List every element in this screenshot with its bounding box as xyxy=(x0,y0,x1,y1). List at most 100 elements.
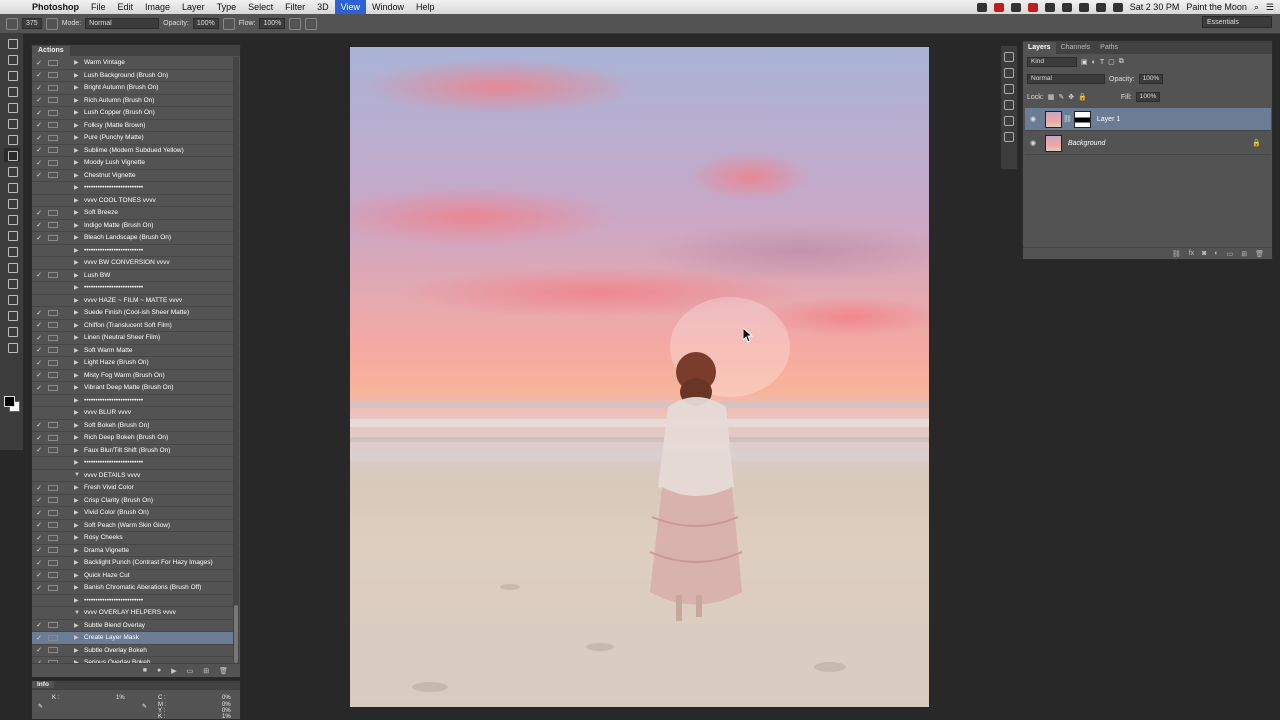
menu-help[interactable]: Help xyxy=(410,0,441,14)
tab-paths[interactable]: Paths xyxy=(1095,42,1123,54)
disclosure-closed-icon[interactable]: ▶ xyxy=(74,547,84,554)
action-row[interactable]: ✓ ▶ Backlight Punch (Contrast For Hazy Ima… xyxy=(32,557,235,570)
lasso-tool-icon[interactable] xyxy=(4,68,20,82)
disclosure-closed-icon[interactable]: ▶ xyxy=(74,72,84,79)
dialog-toggle-icon[interactable] xyxy=(48,260,58,266)
foreground-color-swatch[interactable] xyxy=(4,396,15,407)
tab-info[interactable]: Info xyxy=(32,681,54,688)
disclosure-closed-icon[interactable]: ▶ xyxy=(74,334,84,341)
dialog-toggle-icon[interactable] xyxy=(48,410,58,416)
notification-center-icon[interactable]: ☰ xyxy=(1266,2,1274,13)
brush-tool-preset-icon[interactable] xyxy=(6,17,18,30)
folder-icon[interactable]: ▭ xyxy=(187,667,194,675)
disclosure-closed-icon[interactable]: ▶ xyxy=(74,297,84,304)
pressure-opacity-icon[interactable] xyxy=(222,17,235,30)
action-set-row[interactable]: ▼ vvvv OVERLAY HELPERS vvvv xyxy=(32,607,235,620)
disclosure-closed-icon[interactable]: ▶ xyxy=(74,559,84,566)
type-tool-icon[interactable] xyxy=(4,276,20,290)
disclosure-closed-icon[interactable]: ▶ xyxy=(74,234,84,241)
dialog-toggle-icon[interactable] xyxy=(48,497,58,504)
disclosure-closed-icon[interactable]: ▶ xyxy=(74,359,84,366)
dialog-toggle-icon[interactable] xyxy=(48,285,58,291)
dialog-toggle-icon[interactable] xyxy=(48,634,58,641)
layer-row-background[interactable]: ◉ Background 🔒 xyxy=(1025,132,1271,155)
disclosure-closed-icon[interactable]: ▶ xyxy=(74,284,84,291)
action-row[interactable]: ✓ ▶ Sublime (Modern Subdued Yellow) xyxy=(32,145,235,157)
dialog-toggle-icon[interactable] xyxy=(48,72,58,79)
lock-image-icon[interactable]: ✎ xyxy=(1058,93,1064,101)
record-status-icon[interactable] xyxy=(993,2,1004,12)
wifi-icon[interactable] xyxy=(1078,2,1089,12)
action-row[interactable]: ✓ ▶ Soft Breeze xyxy=(32,207,235,220)
tab-layers[interactable]: Layers xyxy=(1023,42,1056,54)
dialog-toggle-icon[interactable] xyxy=(48,209,58,216)
dialog-toggle-icon[interactable] xyxy=(48,334,58,341)
dialog-toggle-icon[interactable] xyxy=(48,484,58,491)
disclosure-closed-icon[interactable]: ▶ xyxy=(74,209,84,216)
history-brush-tool-icon[interactable] xyxy=(4,180,20,194)
background-layer-name[interactable]: Background xyxy=(1068,140,1105,147)
menubar-user[interactable]: Paint the Moon xyxy=(1186,2,1247,12)
disclosure-closed-icon[interactable]: ▶ xyxy=(74,147,84,154)
dialog-toggle-icon[interactable] xyxy=(48,372,58,379)
menu-filter[interactable]: Filter xyxy=(279,0,311,14)
lock-position-icon[interactable]: ✥ xyxy=(1068,93,1074,101)
disclosure-closed-icon[interactable]: ▶ xyxy=(74,434,84,441)
disclosure-closed-icon[interactable]: ▶ xyxy=(74,222,84,229)
action-set-row[interactable]: ▶ vvvv BW CONVERSION vvvv xyxy=(32,257,235,270)
dialog-toggle-icon[interactable] xyxy=(48,447,58,454)
new-layer-icon[interactable]: ⊞ xyxy=(1241,250,1247,258)
layer-row-layer-1[interactable]: ◉ ⛓ Layer 1 xyxy=(1025,108,1271,131)
blend-mode-select[interactable]: Normal xyxy=(1027,74,1105,84)
disclosure-closed-icon[interactable]: ▶ xyxy=(74,484,84,491)
disclosure-closed-icon[interactable]: ▶ xyxy=(74,272,84,279)
pressure-size-icon[interactable] xyxy=(305,17,318,30)
app-menu[interactable]: Photoshop xyxy=(26,0,85,14)
action-set-row[interactable]: ▶ •••••••••••••••••••••••••• xyxy=(32,282,235,295)
disclosure-closed-icon[interactable]: ▶ xyxy=(74,122,84,129)
dialog-toggle-icon[interactable] xyxy=(48,522,58,529)
navigator-panel-icon[interactable] xyxy=(1004,100,1014,110)
action-row[interactable]: ✓ ▶ Misty Fog Warm (Brush On) xyxy=(32,370,235,382)
disclosure-closed-icon[interactable]: ▶ xyxy=(74,134,84,141)
filter-smart-object-icon[interactable]: ⧉ xyxy=(1119,58,1124,66)
disclosure-closed-icon[interactable]: ▶ xyxy=(74,597,84,604)
dialog-toggle-icon[interactable] xyxy=(48,422,58,429)
shape-tool-icon[interactable] xyxy=(4,308,20,322)
menu-view[interactable]: View xyxy=(334,0,366,14)
background-thumbnail[interactable] xyxy=(1045,134,1062,152)
action-toggle-check[interactable]: ✓ xyxy=(32,209,46,217)
action-toggle-check[interactable]: ✓ xyxy=(32,221,46,229)
play-icon[interactable]: ▶ xyxy=(171,667,176,675)
action-row[interactable]: ✓ ▶ Lush BW xyxy=(32,270,235,282)
tab-channels[interactable]: Channels xyxy=(1056,42,1096,54)
action-row[interactable]: ✓ ▶ Light Haze (Brush On) xyxy=(32,357,235,370)
dialog-toggle-icon[interactable] xyxy=(48,384,58,391)
menubar-clock[interactable]: Sat 2 30 PM xyxy=(1130,2,1180,12)
action-row[interactable]: ✓ ▶ Moody Lush Vignette xyxy=(32,157,235,170)
action-toggle-check[interactable]: ✓ xyxy=(32,446,46,454)
dialog-toggle-icon[interactable] xyxy=(48,247,58,253)
action-row[interactable]: ✓ ▶ Chestnut Vignette xyxy=(32,170,235,182)
disclosure-closed-icon[interactable]: ▶ xyxy=(74,247,84,254)
action-toggle-check[interactable]: ✓ xyxy=(32,159,46,167)
action-toggle-check[interactable]: ✓ xyxy=(32,321,46,329)
action-row[interactable]: ✓ ▶ Rich Deep Bokeh (Brush On) xyxy=(32,432,235,445)
trash-icon[interactable]: 🗑 xyxy=(219,667,228,675)
dialog-toggle-icon[interactable] xyxy=(48,197,58,203)
actions-scrollbar[interactable] xyxy=(233,57,239,665)
dialog-toggle-icon[interactable] xyxy=(48,584,58,591)
disclosure-closed-icon[interactable]: ▶ xyxy=(74,397,84,404)
dialog-toggle-icon[interactable] xyxy=(48,84,58,91)
dialog-toggle-icon[interactable] xyxy=(48,610,58,616)
time-machine-icon[interactable] xyxy=(1061,2,1072,12)
move-tool-icon[interactable] xyxy=(4,36,20,50)
dialog-toggle-icon[interactable] xyxy=(48,234,58,241)
filter-adjustment-icon[interactable]: ◐ xyxy=(1092,59,1096,66)
action-toggle-check[interactable]: ✓ xyxy=(32,359,46,367)
disclosure-closed-icon[interactable]: ▶ xyxy=(74,534,84,541)
workspace-switcher[interactable]: Essentials xyxy=(1202,16,1272,28)
disclosure-closed-icon[interactable]: ▶ xyxy=(74,97,84,104)
history-panel-icon[interactable] xyxy=(1004,52,1014,62)
dialog-toggle-icon[interactable] xyxy=(48,359,58,366)
